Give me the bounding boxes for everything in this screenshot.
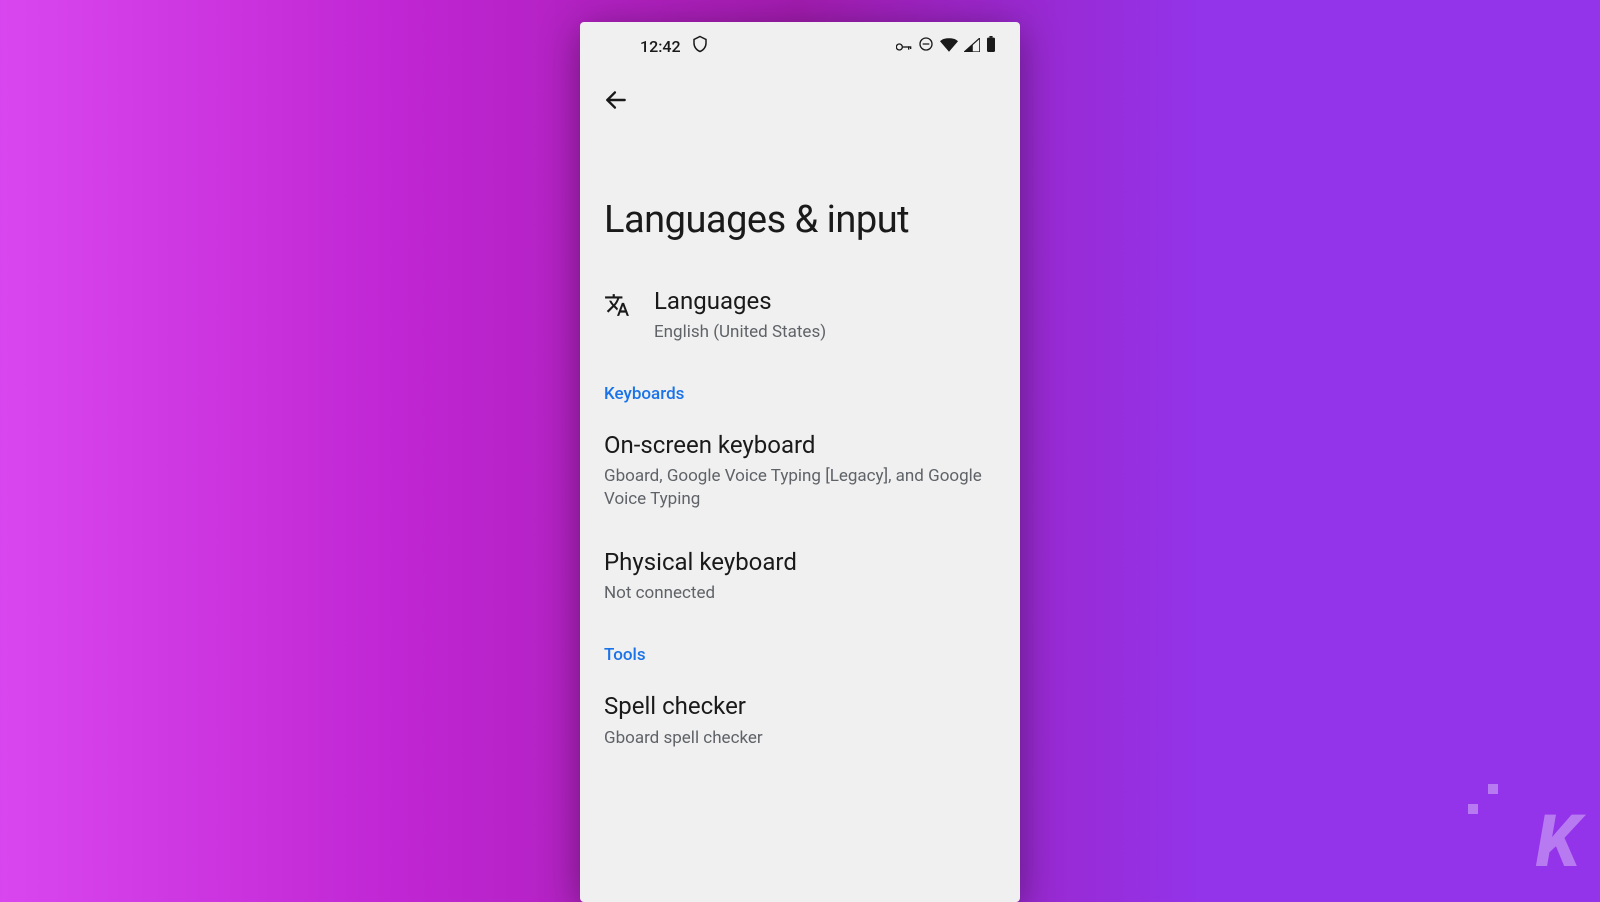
on-screen-keyboard-title: On-screen keyboard [604,430,996,461]
battery-icon [986,36,996,56]
keyboards-header: Keyboards [604,366,996,416]
do-not-disturb-icon [918,36,934,56]
languages-title: Languages [654,286,996,317]
app-bar [580,66,1020,128]
languages-subtitle: English (United States) [654,321,996,344]
status-right [896,36,996,56]
physical-keyboard-item[interactable]: Physical keyboard Not connected [604,533,996,627]
spell-checker-title: Spell checker [604,691,996,722]
physical-keyboard-subtitle: Not connected [604,582,996,605]
back-button[interactable] [600,84,632,116]
status-time: 12:42 [640,37,681,56]
spell-checker-subtitle: Gboard spell checker [604,727,996,750]
wifi-icon [940,37,958,56]
languages-item[interactable]: Languages English (United States) [604,272,996,366]
watermark-dots [1468,784,1498,814]
on-screen-keyboard-item[interactable]: On-screen keyboard Gboard, Google Voice … [604,416,996,533]
physical-keyboard-title: Physical keyboard [604,547,996,578]
spell-checker-item[interactable]: Spell checker Gboard spell checker [604,677,996,771]
shield-icon [691,35,709,57]
phone-frame: 12:42 Languages & [580,22,1020,902]
key-icon [896,37,912,56]
status-bar: 12:42 [580,22,1020,66]
tools-header: Tools [604,627,996,677]
cell-signal-icon [964,37,980,56]
on-screen-keyboard-subtitle: Gboard, Google Voice Typing [Legacy], an… [604,465,996,511]
status-left: 12:42 [640,35,709,57]
watermark-logo: K [1535,799,1576,884]
page-title: Languages & input [580,128,1020,272]
settings-list: Languages English (United States) Keyboa… [580,272,1020,771]
translate-icon [604,292,630,318]
languages-text: Languages English (United States) [654,286,996,344]
